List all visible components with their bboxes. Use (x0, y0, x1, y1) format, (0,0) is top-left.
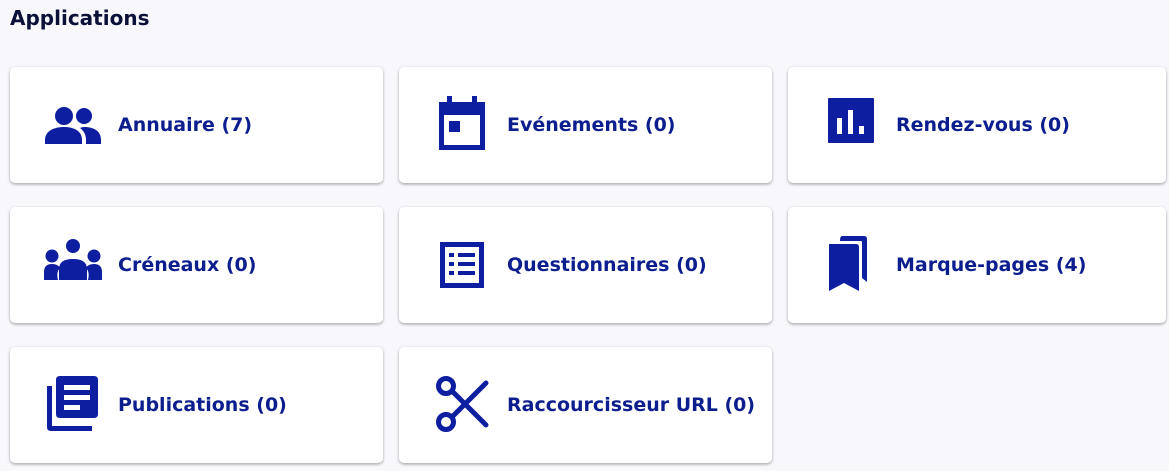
library-books-icon (42, 374, 104, 436)
app-card-raccourcisseur-url[interactable]: Raccourcisseur URL (0) (399, 347, 772, 463)
app-card-creneaux[interactable]: Créneaux (0) (10, 207, 383, 323)
app-card-publications[interactable]: Publications (0) (10, 347, 383, 463)
scissors-icon (431, 374, 493, 436)
group-icon (42, 234, 104, 296)
applications-grid: Annuaire (7) Evénements (0) Rendez-vous … (10, 67, 1166, 463)
app-card-label: Questionnaires (0) (507, 254, 707, 276)
people-icon (42, 94, 104, 156)
app-card-label: Marque-pages (4) (896, 254, 1087, 276)
list-icon (431, 234, 493, 296)
app-card-label: Publications (0) (118, 394, 287, 416)
app-card-evenements[interactable]: Evénements (0) (399, 67, 772, 183)
app-card-label: Evénements (0) (507, 114, 676, 136)
bookmarks-icon (820, 234, 882, 296)
app-card-label: Annuaire (7) (118, 114, 253, 136)
page-title: Applications (10, 6, 150, 30)
app-card-annuaire[interactable]: Annuaire (7) (10, 67, 383, 183)
calendar-icon (431, 94, 493, 156)
app-card-label: Raccourcisseur URL (0) (507, 394, 756, 416)
app-card-label: Créneaux (0) (118, 254, 257, 276)
app-card-marque-pages[interactable]: Marque-pages (4) (788, 207, 1166, 323)
app-card-questionnaires[interactable]: Questionnaires (0) (399, 207, 772, 323)
app-card-label: Rendez-vous (0) (896, 114, 1070, 136)
bar-chart-icon (820, 94, 882, 156)
app-card-rendez-vous[interactable]: Rendez-vous (0) (788, 67, 1166, 183)
